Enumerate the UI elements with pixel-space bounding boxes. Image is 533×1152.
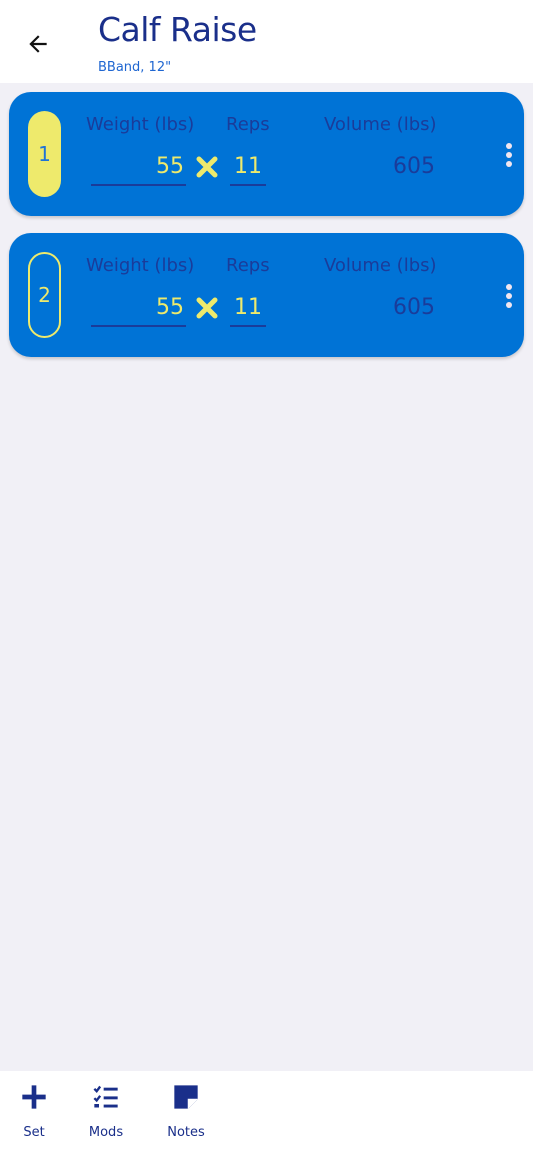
set-number-badge[interactable]: 1: [28, 111, 61, 197]
volume-value: 605: [393, 154, 435, 179]
reps-input[interactable]: 11: [230, 289, 266, 327]
checklist-icon: [93, 1085, 118, 1108]
app-header: Calf Raise BBand, 12": [0, 0, 533, 83]
reps-input[interactable]: 11: [230, 148, 266, 186]
back-arrow-icon: [29, 35, 47, 53]
weight-input[interactable]: 55: [91, 148, 186, 186]
note-icon: [174, 1085, 198, 1109]
notes-button[interactable]: Notes: [164, 1083, 208, 1140]
mods-button[interactable]: Mods: [84, 1083, 128, 1140]
mods-label: Mods: [88, 1125, 124, 1140]
set-number-badge[interactable]: 2: [28, 252, 61, 338]
volume-column-label: Volume (lbs): [324, 114, 437, 135]
more-vertical-icon: [506, 284, 512, 290]
set-menu-button[interactable]: [499, 281, 519, 311]
reps-column-label: Reps: [226, 114, 270, 135]
bottom-toolbar: Set Mods Notes: [0, 1071, 533, 1152]
more-vertical-icon: [506, 143, 512, 149]
back-button[interactable]: [22, 28, 54, 60]
set-card-2: 2 Weight (lbs) Reps Volume (lbs) 55 11 6…: [9, 233, 524, 357]
weight-input[interactable]: 55: [91, 289, 186, 327]
set-card-1: 1 Weight (lbs) Reps Volume (lbs) 55 11 6…: [9, 92, 524, 216]
set-menu-button[interactable]: [499, 140, 519, 170]
volume-column-label: Volume (lbs): [324, 255, 437, 276]
weight-column-label: Weight (lbs): [86, 114, 195, 135]
times-icon: [196, 297, 218, 319]
page-title: Calf Raise: [98, 10, 257, 49]
page-subtitle: BBand, 12": [98, 60, 172, 75]
plus-icon: [22, 1085, 46, 1109]
set-label: Set: [23, 1125, 45, 1140]
add-set-button[interactable]: Set: [18, 1083, 50, 1140]
notes-label: Notes: [167, 1125, 205, 1140]
reps-column-label: Reps: [226, 255, 270, 276]
weight-column-label: Weight (lbs): [86, 255, 195, 276]
times-icon: [196, 156, 218, 178]
volume-value: 605: [393, 295, 435, 320]
